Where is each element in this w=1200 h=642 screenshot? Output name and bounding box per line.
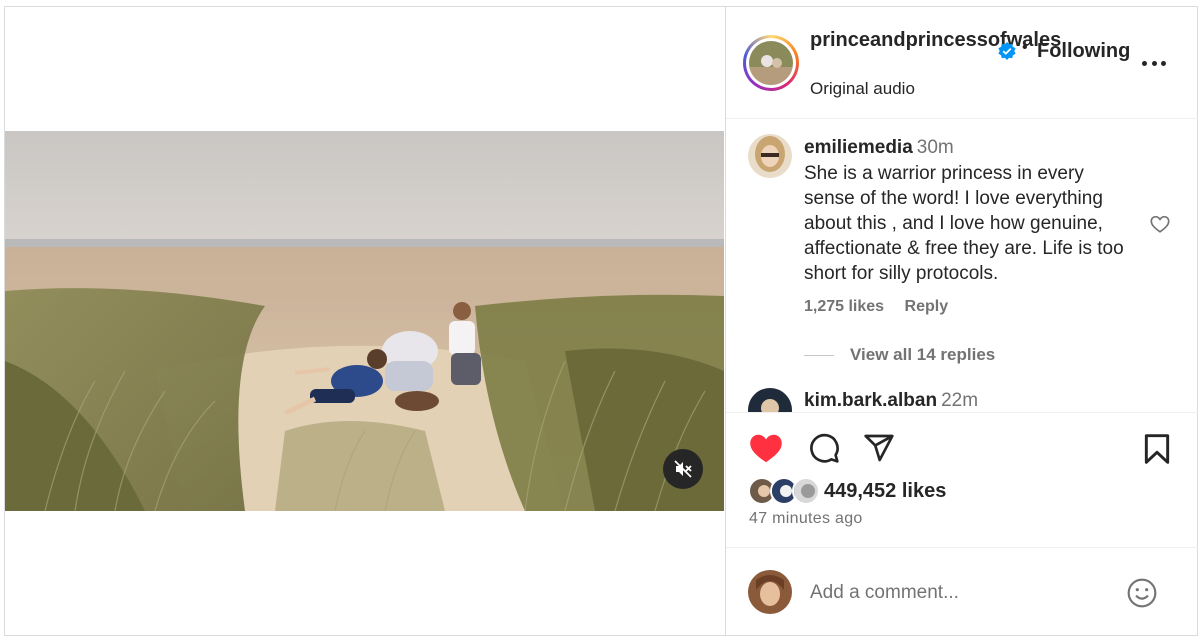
actions-divider: [726, 412, 1198, 413]
comment-avatar[interactable]: [748, 388, 792, 412]
comment-header: kim.bark.alban 22m: [804, 390, 978, 412]
heart-icon[interactable]: [748, 431, 784, 465]
media-pane: [5, 7, 724, 635]
comment-input[interactable]: [810, 579, 1110, 607]
comment-likes[interactable]: 1,275 likes: [804, 298, 884, 315]
comment-icon[interactable]: [808, 432, 840, 464]
bookmark-icon[interactable]: [1143, 433, 1171, 465]
comment-username[interactable]: emiliemedia: [804, 137, 913, 158]
separator-dot: •: [1022, 39, 1028, 56]
comment-username[interactable]: kim.bark.alban: [804, 390, 937, 411]
comment-meta: 1,275 likes Reply: [804, 298, 964, 316]
view-replies-label: View all 14 replies: [850, 345, 996, 364]
emoji-icon[interactable]: [1126, 577, 1158, 609]
comment-avatar[interactable]: [748, 134, 792, 178]
verified-badge-icon: [998, 42, 1016, 60]
post-username[interactable]: princeandprincessofwales: [810, 28, 1061, 52]
share-icon[interactable]: [863, 432, 895, 464]
avatar: [792, 477, 820, 505]
muted-speaker-icon: [674, 460, 692, 478]
post-timestamp[interactable]: 47 minutes ago: [749, 510, 863, 528]
reply-button[interactable]: Reply: [905, 298, 949, 315]
likes-count[interactable]: 449,452 likes: [824, 480, 946, 503]
add-comment-divider: [726, 547, 1198, 548]
view-replies-button[interactable]: View all 14 replies: [804, 345, 995, 365]
comment-time[interactable]: 30m: [917, 137, 954, 158]
comment-time[interactable]: 22m: [941, 390, 978, 411]
post-dialog: princeandprincessofwales • Following Ori…: [4, 6, 1198, 636]
avatar: [748, 570, 792, 614]
post-video[interactable]: [5, 131, 724, 511]
replies-divider: [804, 354, 834, 356]
more-options-icon[interactable]: [1142, 55, 1166, 71]
post-header: princeandprincessofwales • Following Ori…: [726, 7, 1198, 119]
audio-link[interactable]: Original audio: [810, 79, 915, 99]
story-ring[interactable]: [743, 35, 799, 91]
avatar: [749, 41, 793, 85]
post-side-pane: princeandprincessofwales • Following Ori…: [725, 7, 1198, 635]
heart-outline-icon[interactable]: [1149, 213, 1171, 235]
comment-header: emiliemedia 30m: [804, 137, 954, 159]
comment-text: She is a warrior princess in every sense…: [804, 163, 1124, 284]
mute-button[interactable]: [663, 449, 703, 489]
comments-list[interactable]: emiliemedia 30m She is a warrior princess…: [726, 120, 1198, 412]
following-button[interactable]: Following: [1037, 40, 1130, 63]
